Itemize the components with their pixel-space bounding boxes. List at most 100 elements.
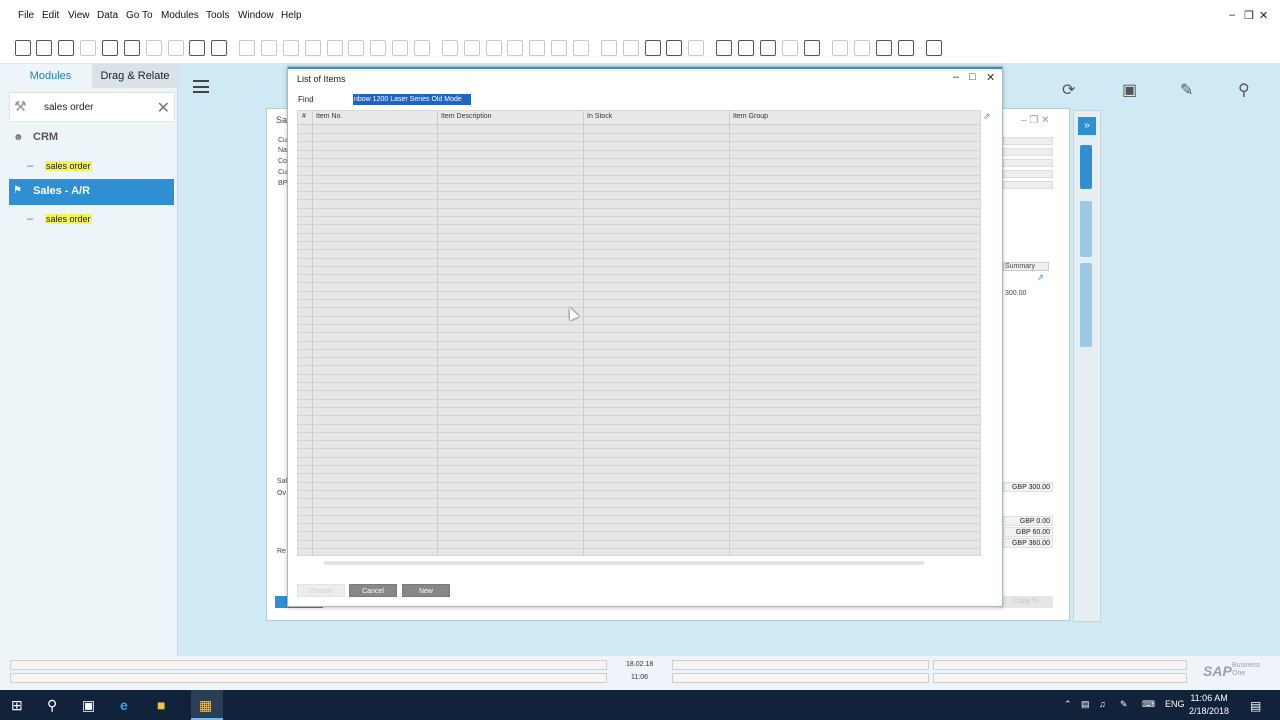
volume-weight-icon[interactable] xyxy=(551,40,567,56)
approve-icon[interactable] xyxy=(623,40,639,56)
chat-icon[interactable] xyxy=(688,40,704,56)
sap-b1-app-icon[interactable]: ▦ xyxy=(199,697,212,714)
menu-file[interactable]: File xyxy=(18,10,34,21)
hamburger-menu-icon[interactable] xyxy=(193,80,209,93)
items-grid[interactable]: # Item No. Item Description In Stock Ite… xyxy=(297,110,981,556)
field-box[interactable] xyxy=(1003,170,1053,178)
tree-result-sales-order[interactable]: – sales order xyxy=(9,210,175,230)
edit-icon[interactable] xyxy=(601,40,617,56)
expand-panel-icon[interactable]: » xyxy=(1078,117,1096,135)
widgets-icon[interactable] xyxy=(854,40,870,56)
dialog-close-icon[interactable]: ✕ xyxy=(986,71,995,84)
field-box[interactable] xyxy=(1003,159,1053,167)
clear-search-icon[interactable]: ✕ xyxy=(157,98,170,118)
excel-icon[interactable] xyxy=(124,40,140,56)
layout-icon[interactable] xyxy=(211,40,227,56)
users-icon[interactable] xyxy=(782,40,798,56)
grid-expand-icon[interactable]: ⇗ xyxy=(983,111,991,122)
form-icon[interactable] xyxy=(261,40,277,56)
system-clock[interactable]: 11:06 AM 2/18/2018 xyxy=(1189,692,1229,718)
notification-icon[interactable]: ▤ xyxy=(1250,699,1261,713)
side-tab[interactable] xyxy=(1080,263,1092,347)
tree-item-crm[interactable]: ☻ CRM xyxy=(9,128,175,150)
pdf-icon[interactable] xyxy=(168,40,184,56)
menu-data[interactable]: Data xyxy=(97,10,118,21)
link-icon[interactable] xyxy=(876,40,892,56)
menu-edit[interactable]: Edit xyxy=(42,10,59,21)
refresh-record-icon[interactable] xyxy=(370,40,386,56)
alert-icon[interactable] xyxy=(738,40,754,56)
gross-profit-icon[interactable] xyxy=(486,40,502,56)
column-header-in-stock[interactable]: In Stock xyxy=(587,113,612,120)
search-icon[interactable]: ⚲ xyxy=(1238,80,1250,100)
column-header-rownum[interactable]: # xyxy=(302,113,306,120)
message-icon[interactable] xyxy=(666,40,682,56)
horizontal-scrollbar[interactable] xyxy=(324,561,924,565)
export-icon[interactable] xyxy=(80,40,96,56)
module-search-input[interactable]: sales order xyxy=(44,102,93,113)
next-record-icon[interactable] xyxy=(327,40,343,56)
menu-goto[interactable]: Go To xyxy=(126,10,153,21)
column-header-item-description[interactable]: Item Description xyxy=(441,113,492,120)
user-icon[interactable] xyxy=(804,40,820,56)
query-icon[interactable] xyxy=(832,40,848,56)
edge-icon[interactable]: e xyxy=(120,697,128,713)
calendar-icon[interactable] xyxy=(760,40,776,56)
field-box[interactable] xyxy=(1003,148,1053,156)
help-icon[interactable] xyxy=(926,40,942,56)
tree-item-sales-ar[interactable]: ⚑ Sales - A/R xyxy=(9,179,174,205)
target-document-icon[interactable] xyxy=(464,40,480,56)
base-document-icon[interactable] xyxy=(442,40,458,56)
cancel-button[interactable]: Cancel xyxy=(349,584,397,597)
dialog-maximize-icon[interactable]: □ xyxy=(969,71,976,83)
menu-modules[interactable]: Modules xyxy=(161,10,199,21)
new-button[interactable]: New xyxy=(402,584,450,597)
volume-icon[interactable]: ♫ xyxy=(1099,699,1106,709)
tab-drag-relate[interactable]: Drag & Relate xyxy=(92,64,178,88)
freight-icon[interactable] xyxy=(529,40,545,56)
sort-icon[interactable] xyxy=(414,40,430,56)
search-alert-icon[interactable] xyxy=(716,40,732,56)
file-explorer-icon[interactable]: ■ xyxy=(157,697,165,713)
email-icon[interactable] xyxy=(58,40,74,56)
tray-chevron-icon[interactable]: ⌃ xyxy=(1064,699,1072,710)
doc-settings-icon[interactable] xyxy=(573,40,589,56)
payment-means-icon[interactable] xyxy=(507,40,523,56)
refresh-icon[interactable]: ⟳ xyxy=(1062,80,1075,100)
last-record-icon[interactable] xyxy=(348,40,364,56)
keyboard-icon[interactable]: ⌨ xyxy=(1142,699,1155,710)
grid-icon[interactable] xyxy=(239,40,255,56)
choose-button[interactable]: Choose xyxy=(297,584,345,597)
find-icon[interactable] xyxy=(15,40,31,56)
preview-icon[interactable] xyxy=(102,40,118,56)
word-icon[interactable] xyxy=(146,40,162,56)
field-box[interactable] xyxy=(1003,137,1053,145)
find-input[interactable]: nbow 1200 Laser Series Old Mode xyxy=(353,94,471,105)
windows-start-icon[interactable]: ⊞ xyxy=(11,697,23,714)
network-icon[interactable]: ▤ xyxy=(1081,699,1090,710)
menu-window[interactable]: Window xyxy=(238,10,274,21)
bg-window-controls[interactable]: – ❐ ✕ xyxy=(1021,115,1049,126)
summary-dropdown[interactable]: Summary xyxy=(1003,262,1049,271)
side-tab[interactable] xyxy=(1080,201,1092,257)
column-header-item-group[interactable]: Item Group xyxy=(733,113,768,120)
menu-view[interactable]: View xyxy=(68,10,90,21)
close-icon[interactable]: ✕ xyxy=(1259,9,1268,22)
first-record-icon[interactable] xyxy=(283,40,299,56)
tab-modules[interactable]: Modules xyxy=(9,64,92,88)
cockpit-icon[interactable]: ▣ xyxy=(1122,80,1137,100)
expand-icon[interactable]: ⇗ xyxy=(1037,273,1044,282)
language-indicator[interactable]: ENG xyxy=(1165,699,1185,709)
udf-tab[interactable] xyxy=(1080,145,1092,189)
restore-icon[interactable]: ❐ xyxy=(1244,9,1254,22)
column-header-item-no[interactable]: Item No. xyxy=(316,113,342,120)
filter-icon[interactable] xyxy=(392,40,408,56)
activity-icon[interactable] xyxy=(645,40,661,56)
chart-icon[interactable] xyxy=(898,40,914,56)
menu-help[interactable]: Help xyxy=(281,10,302,21)
tree-result-crm-sales-order[interactable]: – sales order xyxy=(9,157,175,177)
copy-to-button[interactable]: Copy To xyxy=(999,596,1053,608)
dialog-minimize-icon[interactable]: – xyxy=(953,71,959,83)
pencil-icon[interactable]: ✎ xyxy=(1180,80,1193,100)
search-icon[interactable]: ⚲ xyxy=(47,697,57,714)
